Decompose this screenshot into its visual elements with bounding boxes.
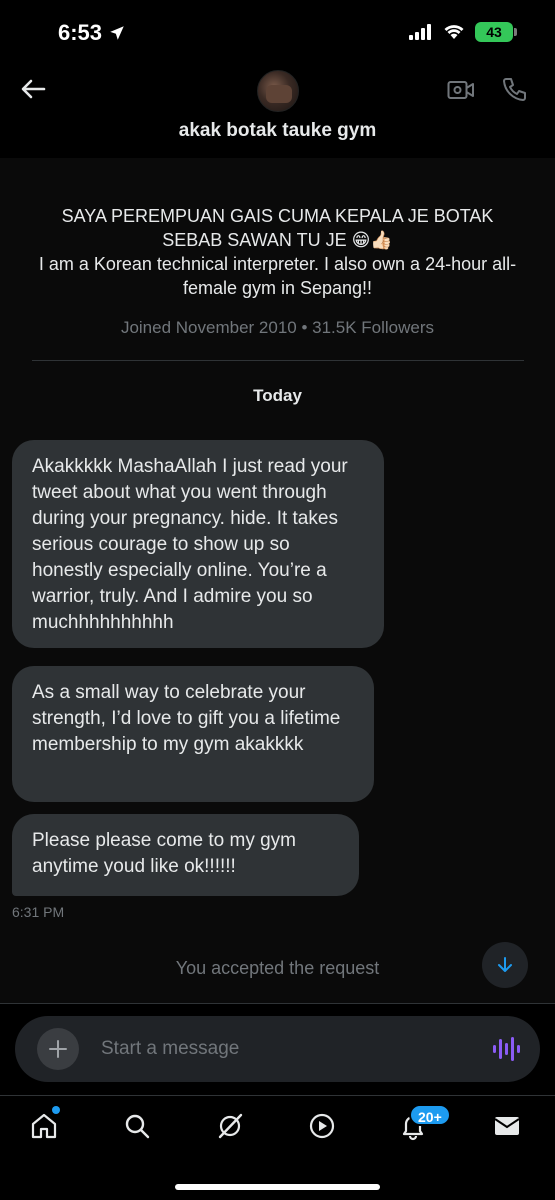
composer-area xyxy=(0,1003,555,1095)
profile-meta: Joined November 2010 • 31.5K Followers xyxy=(120,318,435,337)
battery-icon: 43 xyxy=(475,22,517,42)
avatar[interactable] xyxy=(257,70,299,112)
scroll-down-button[interactable] xyxy=(482,942,528,988)
tab-search[interactable] xyxy=(117,1106,157,1146)
message-bubble[interactable]: Akakkkkk MashaAllah I just read your twe… xyxy=(12,440,384,648)
grok-icon xyxy=(218,1113,243,1139)
conversation-title[interactable]: akak botak tauke gym xyxy=(0,120,555,142)
back-arrow-icon[interactable] xyxy=(18,74,48,104)
tab-messages[interactable] xyxy=(487,1106,527,1146)
play-icon xyxy=(309,1113,335,1139)
message-bubble[interactable]: As a small way to celebrate your strengt… xyxy=(12,666,374,802)
tab-videos[interactable] xyxy=(302,1106,342,1146)
status-time: 6:53 xyxy=(58,20,126,46)
home-indicator xyxy=(175,1184,380,1190)
message-bubble[interactable]: Please please come to my gym anytime you… xyxy=(12,814,359,896)
video-call-icon[interactable] xyxy=(447,78,475,102)
divider xyxy=(32,360,524,361)
message-input[interactable] xyxy=(101,1016,461,1082)
voice-message-icon[interactable] xyxy=(492,1036,520,1062)
battery-level: 43 xyxy=(486,24,502,40)
system-notice: You accepted the request xyxy=(175,958,380,978)
tab-grok[interactable] xyxy=(210,1106,250,1146)
signal-icon xyxy=(409,24,431,40)
add-attachment-button[interactable] xyxy=(37,1028,79,1070)
conversation-header: akak botak tauke gym xyxy=(0,62,555,158)
location-arrow-icon xyxy=(110,26,124,40)
home-icon xyxy=(31,1113,57,1139)
status-indicators: 43 xyxy=(409,22,517,42)
date-separator: Today xyxy=(253,386,302,405)
status-time-text: 6:53 xyxy=(58,20,103,45)
conversation-body[interactable]: SAYA PEREMPUAN GAIS CUMA KEPALA JE BOTAK… xyxy=(0,158,555,1003)
arrow-down-icon xyxy=(498,957,512,972)
message-composer xyxy=(15,1016,540,1082)
search-icon xyxy=(125,1114,150,1139)
plus-icon xyxy=(49,1040,67,1058)
status-bar: 6:53 43 xyxy=(0,0,555,62)
message-timestamp: 6:31 PM xyxy=(12,904,65,920)
home-unread-dot xyxy=(52,1106,60,1114)
profile-bio: SAYA PEREMPUAN GAIS CUMA KEPALA JE BOTAK… xyxy=(38,206,517,298)
tab-bar: 20+ xyxy=(0,1095,555,1200)
wifi-icon xyxy=(444,25,464,39)
envelope-icon xyxy=(494,1117,520,1135)
phone-call-icon[interactable] xyxy=(500,76,528,104)
notifications-badge: 20+ xyxy=(409,1104,451,1126)
